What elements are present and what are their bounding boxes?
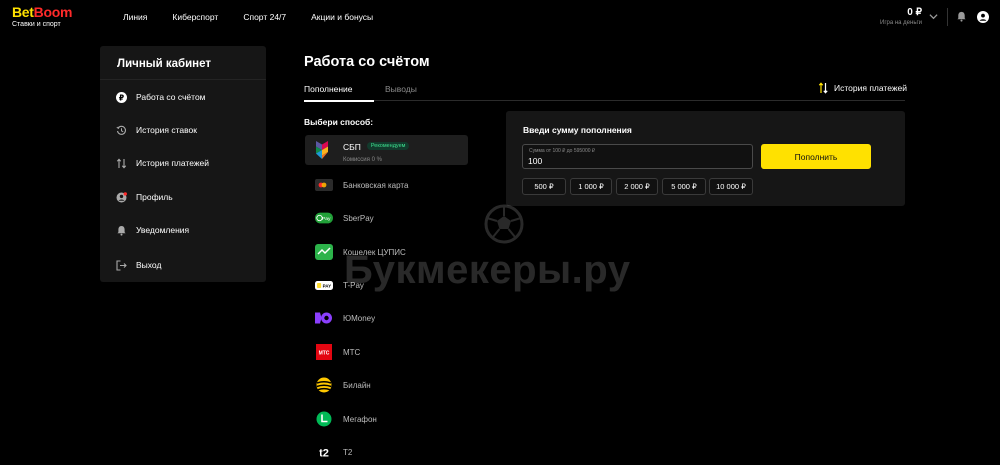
logo-boom-text: Boom bbox=[33, 4, 73, 20]
yoomoney-icon bbox=[315, 309, 333, 327]
ruble-coin-icon: ₽ bbox=[116, 91, 127, 103]
wallet-icon bbox=[315, 243, 333, 261]
method-name: Банковская карта bbox=[343, 180, 409, 190]
tab-withdrawals[interactable]: Выводы bbox=[385, 84, 417, 94]
method-name: Мегафон bbox=[343, 414, 377, 424]
deposit-title: Введи сумму пополнения bbox=[523, 125, 632, 135]
method-mts[interactable]: МТС МТС bbox=[305, 337, 468, 367]
soccer-ball-icon bbox=[484, 204, 524, 244]
account-tabs: Пополнение Выводы bbox=[304, 84, 905, 102]
svg-text:МТС: МТС bbox=[319, 351, 330, 357]
nav-promotions[interactable]: Акции и бонусы bbox=[311, 12, 373, 22]
t2-icon: t2 bbox=[315, 443, 333, 461]
page-title: Работа со счётом bbox=[304, 54, 430, 70]
method-yoomoney[interactable]: ЮMoney bbox=[305, 303, 468, 333]
beeline-icon bbox=[315, 376, 333, 394]
method-name: SberPay bbox=[343, 213, 374, 223]
balance[interactable]: 0 ₽ Игра на деньги bbox=[880, 7, 922, 26]
sidebar-item-account[interactable]: ₽ Работа со счётом bbox=[100, 82, 266, 112]
sidebar-item-label: Выход bbox=[136, 260, 162, 270]
svg-text:PAY: PAY bbox=[323, 283, 332, 288]
history-icon bbox=[116, 125, 127, 136]
main-nav: Линия Киберспорт Спорт 24/7 Акции и бону… bbox=[123, 12, 398, 22]
header-divider bbox=[947, 8, 948, 26]
method-sberpay[interactable]: Pay SberPay bbox=[305, 203, 468, 233]
user-icon[interactable] bbox=[977, 11, 989, 23]
sberpay-icon: Pay bbox=[315, 209, 333, 227]
top-bar: BetBoom Ставки и спорт Линия Киберспорт … bbox=[0, 0, 1000, 34]
sidebar-item-profile[interactable]: Профиль bbox=[100, 182, 266, 212]
logo-tagline: Ставки и спорт bbox=[12, 21, 61, 28]
account-sidebar: Личный кабинет ₽ Работа со счётом Истори… bbox=[100, 46, 266, 282]
balance-caption: Игра на деньги bbox=[880, 20, 922, 26]
quick-amount-5000[interactable]: 5 000 ₽ bbox=[662, 178, 706, 195]
sbp-icon bbox=[315, 141, 333, 159]
quick-amount-2000[interactable]: 2 000 ₽ bbox=[616, 178, 658, 195]
method-name: СБП bbox=[343, 142, 361, 152]
profile-icon bbox=[116, 191, 127, 203]
method-megafon[interactable]: Мегафон bbox=[305, 404, 468, 434]
svg-text:₽: ₽ bbox=[119, 93, 124, 102]
transfer-arrows-icon bbox=[818, 82, 828, 94]
recommended-badge: Рекомендуем bbox=[366, 141, 410, 150]
sidebar-item-logout[interactable]: Выход bbox=[100, 250, 266, 280]
chevron-down-icon[interactable] bbox=[929, 12, 938, 21]
balance-amount: 0 ₽ bbox=[907, 7, 922, 18]
megafon-icon bbox=[315, 410, 333, 428]
sidebar-item-payment-history[interactable]: История платежей bbox=[100, 148, 266, 178]
logo-bet-text: Bet bbox=[12, 4, 34, 20]
method-t2[interactable]: t2 T2 bbox=[305, 437, 468, 465]
payment-history-label: История платежей bbox=[834, 83, 908, 93]
tab-deposit[interactable]: Пополнение bbox=[304, 84, 374, 102]
sidebar-title: Личный кабинет bbox=[100, 46, 266, 80]
svg-text:t2: t2 bbox=[319, 448, 329, 459]
mts-icon: МТС bbox=[315, 343, 333, 361]
quick-amount-1000[interactable]: 1 000 ₽ bbox=[570, 178, 612, 195]
tpay-icon: PAY bbox=[315, 276, 333, 294]
payment-history-link[interactable]: История платежей bbox=[818, 82, 907, 94]
nav-line[interactable]: Линия bbox=[123, 12, 147, 22]
sidebar-item-label: Работа со счётом bbox=[136, 92, 206, 102]
sidebar-item-label: Профиль bbox=[136, 192, 173, 202]
transfer-arrows-icon bbox=[116, 157, 127, 169]
amount-input[interactable] bbox=[528, 156, 748, 166]
nav-sport-24-7[interactable]: Спорт 24/7 bbox=[243, 12, 286, 22]
amount-field[interactable]: Сумма от 100 ₽ до 595000 ₽ bbox=[522, 144, 753, 169]
sidebar-item-label: История ставок bbox=[136, 125, 197, 135]
watermark-text: Букмекеры.ру bbox=[344, 248, 631, 292]
sidebar-item-label: История платежей bbox=[136, 158, 210, 168]
method-name: МТС bbox=[343, 347, 361, 357]
commission-text: Комиссия 0 % bbox=[343, 157, 382, 163]
quick-amount-10000[interactable]: 10 000 ₽ bbox=[709, 178, 753, 195]
quick-amount-500[interactable]: 500 ₽ bbox=[522, 178, 566, 195]
bell-icon bbox=[116, 225, 127, 236]
deposit-button[interactable]: Пополнить bbox=[761, 144, 871, 169]
bell-icon[interactable] bbox=[956, 11, 967, 22]
logout-icon bbox=[116, 259, 127, 271]
choose-method-label: Выбери способ: bbox=[304, 117, 374, 127]
bank-card-icon bbox=[315, 176, 333, 194]
svg-text:Pay: Pay bbox=[322, 216, 331, 222]
method-bank-card[interactable]: Банковская карта bbox=[305, 170, 468, 200]
method-sbp[interactable]: СБП Рекомендуем Комиссия 0 % bbox=[305, 135, 468, 165]
method-beeline[interactable]: Билайн bbox=[305, 370, 468, 400]
sidebar-item-notifications[interactable]: Уведомления bbox=[100, 215, 266, 245]
nav-esports[interactable]: Киберспорт bbox=[172, 12, 218, 22]
logo[interactable]: BetBoom Ставки и спорт bbox=[12, 5, 72, 29]
amount-hint: Сумма от 100 ₽ до 595000 ₽ bbox=[529, 148, 596, 154]
method-name: T2 bbox=[343, 447, 353, 457]
method-name: ЮMoney bbox=[343, 313, 376, 323]
sidebar-item-label: Уведомления bbox=[136, 225, 190, 235]
deposit-panel: Введи сумму пополнения Сумма от 100 ₽ до… bbox=[506, 111, 905, 206]
sidebar-item-bet-history[interactable]: История ставок bbox=[100, 115, 266, 145]
method-name: Билайн bbox=[343, 380, 371, 390]
